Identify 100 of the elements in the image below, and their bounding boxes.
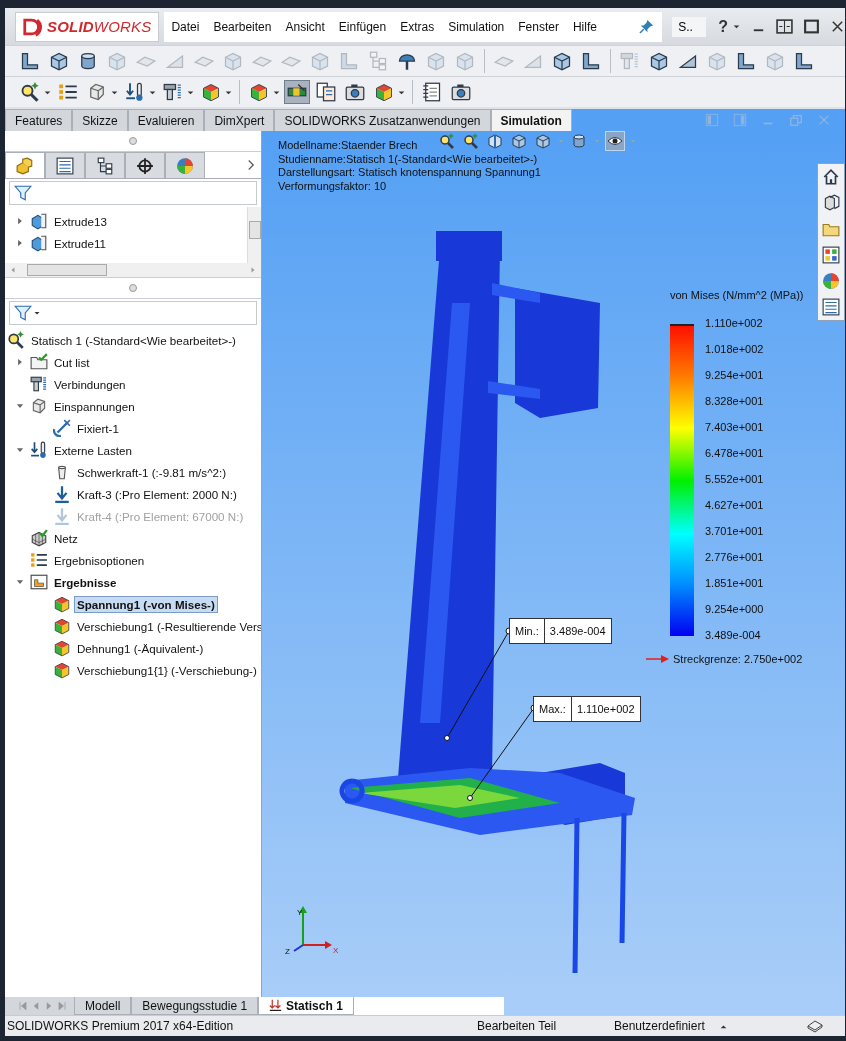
command-tab[interactable]: SOLIDWORKS Zusatzanwendungen (274, 109, 491, 131)
study-tab[interactable]: Bewegungsstudie 1 (131, 997, 259, 1015)
section-view-icon (487, 133, 503, 149)
block-icon (30, 397, 48, 415)
command-tab[interactable]: Skizze (72, 109, 128, 131)
tree-item[interactable]: Statisch 1 (-Standard<Wie bearbeitet>-) (28, 331, 239, 349)
study-tab[interactable]: Statisch 1 (258, 997, 354, 1015)
cube-icon (511, 133, 527, 149)
split-window-icon[interactable] (776, 18, 793, 35)
vertical-scrollbar[interactable] (247, 207, 261, 263)
right-arrow-icon (249, 266, 257, 274)
cube-icon (49, 51, 69, 71)
cube-icon (552, 51, 572, 71)
magnifier-icon (463, 133, 479, 149)
tree-item[interactable]: Extrude11 (51, 234, 109, 252)
filter-field[interactable] (9, 181, 257, 205)
filter-field[interactable] (9, 301, 257, 325)
tree-item[interactable]: Verschiebung1{1} (-Verschiebung-) (74, 661, 260, 679)
probe-button[interactable] (284, 80, 310, 104)
cylinder-icon (78, 51, 98, 71)
color-wheel-icon (176, 156, 194, 175)
tree-item[interactable]: Spannung1 (-von Mises-) (74, 595, 218, 613)
color-cube-icon (201, 82, 221, 102)
caret-icon[interactable] (732, 22, 741, 31)
status-text: SOLIDWORKS Premium 2017 x64-Edition (7, 1019, 235, 1033)
close-icon[interactable] (830, 19, 845, 34)
panel-tab[interactable] (45, 152, 85, 178)
tilted-block-icon[interactable] (807, 1018, 823, 1034)
yield-strength-label: Streckgrenze: 2.750e+002 (673, 653, 803, 665)
tree-item[interactable]: Ergebnisoptionen (51, 551, 148, 569)
down-arrow-icon (53, 485, 71, 503)
menu-item[interactable]: Extras (393, 19, 442, 34)
bracket-icon (794, 51, 814, 71)
study-info-line: Studienname:Statisch 1(-Standard<Wie bearbeitet>-) (278, 152, 538, 166)
property-list-icon[interactable] (822, 298, 840, 316)
axis-label: Z (285, 947, 290, 956)
menu-item[interactable]: Bearbeiten (206, 19, 279, 34)
units-selector[interactable]: Benutzerdefiniert (614, 1019, 719, 1033)
list-icon (30, 551, 48, 569)
cylinder-icon (571, 133, 587, 149)
command-tab[interactable]: Features (5, 109, 73, 131)
scale-label: 1.018e+002 (705, 343, 764, 355)
bracket-icon (20, 51, 40, 71)
boxes-icon[interactable] (822, 194, 840, 212)
callout-label: Max.: (534, 697, 572, 721)
command-tab[interactable]: DimXpert (204, 109, 275, 131)
menu-item[interactable]: Ansicht (278, 19, 332, 34)
tree-item[interactable]: Extrude13 (51, 212, 110, 230)
swatch-icon[interactable] (822, 246, 840, 264)
camera-icon (345, 82, 365, 102)
menu-item[interactable]: Fenster (511, 19, 566, 34)
command-tab[interactable]: Evaluieren (127, 109, 205, 131)
help-button[interactable]: ? (716, 17, 730, 36)
command-tab[interactable]: Simulation (490, 109, 572, 131)
study-info-line: Verformungsfaktor: 10 (278, 179, 387, 193)
notebook-icon (422, 82, 442, 102)
magnifier-icon (439, 133, 455, 149)
cube-icon (455, 51, 475, 71)
cube-icon (535, 133, 551, 149)
pin-icon[interactable] (639, 19, 655, 34)
cube-icon (310, 51, 330, 71)
arrow-icon (646, 654, 670, 664)
caret-icon[interactable] (33, 309, 41, 317)
bracket-icon (581, 51, 601, 71)
study-info-line: Modellname:Staender Brech (278, 139, 418, 153)
panel-tab[interactable] (125, 152, 165, 178)
cube-icon (223, 51, 243, 71)
tree-item[interactable]: Einspannungen (51, 397, 138, 415)
eye-button[interactable] (605, 131, 625, 151)
tree-item[interactable]: Cut list (51, 353, 93, 371)
tree-item[interactable]: Fixiert-1 (74, 419, 122, 437)
search-field[interactable]: S.. (672, 16, 707, 37)
status-text: Bearbeiten Teil (477, 1019, 558, 1033)
solid-body-icon (30, 212, 48, 230)
maximize-icon[interactable] (803, 18, 820, 35)
splitter-handle[interactable] (129, 284, 137, 292)
panel-tab[interactable] (85, 152, 125, 178)
tree-item[interactable]: Ergebnisse (51, 573, 120, 591)
study-info-line: Darstellungsart: Statisch knotenspannung Spannung1 (278, 166, 541, 180)
magnifier-icon (7, 331, 25, 349)
solid-body-icon (30, 234, 48, 252)
tree-item[interactable]: Dehnung1 (-Äquivalent-) (74, 639, 207, 657)
color-wheel-icon[interactable] (822, 272, 840, 290)
home-icon[interactable] (822, 168, 840, 186)
tree-item[interactable]: Externe Lasten (51, 441, 135, 459)
study-tab[interactable]: Modell (74, 997, 132, 1015)
arrow-thermometer-icon (125, 82, 145, 102)
tree-item[interactable]: Schwerkraft-1 (:-9.81 m/s^2:) (74, 463, 230, 481)
tree-icon (368, 51, 388, 71)
menu-item[interactable]: Hilfe (565, 19, 604, 34)
tree-item[interactable]: Verbindungen (51, 375, 129, 393)
menu-item[interactable]: Einfügen (331, 19, 394, 34)
block-icon (87, 82, 107, 102)
horizontal-scrollbar[interactable] (5, 263, 261, 278)
tree-item[interactable]: Netz (51, 529, 81, 547)
splitter-handle[interactable] (129, 137, 137, 145)
menu-item[interactable]: Datei (164, 19, 207, 34)
tree-item[interactable]: Kraft-3 (:Pro Element: 2000 N:) (74, 485, 240, 503)
cube-icon (707, 51, 727, 71)
menu-item[interactable]: Simulation (441, 19, 512, 34)
